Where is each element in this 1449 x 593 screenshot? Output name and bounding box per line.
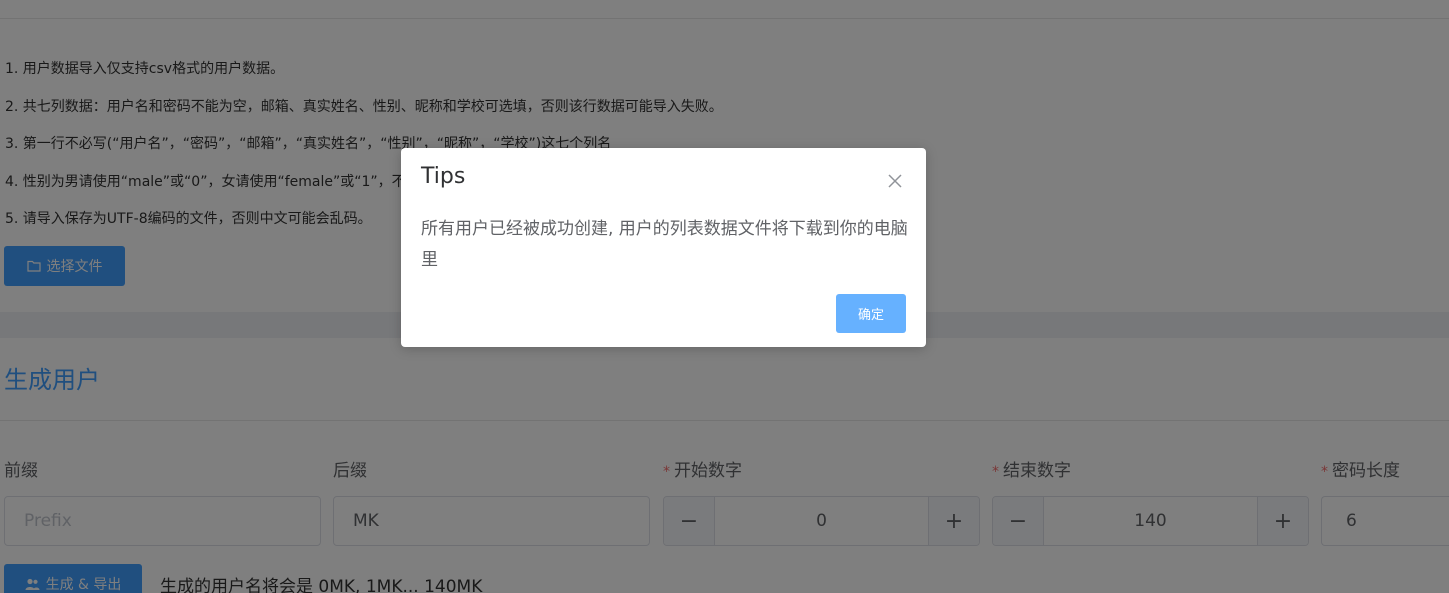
dialog-title: Tips — [421, 164, 466, 189]
tips-dialog: Tips 所有用户已经被成功创建, 用户的列表数据文件将下载到你的电脑里 确定 — [401, 148, 926, 347]
confirm-button[interactable]: 确定 — [836, 294, 906, 333]
page: 1. 用户数据导入仅支持csv格式的用户数据。 2. 共七列数据：用户名和密码不… — [0, 0, 1449, 593]
close-icon[interactable] — [887, 173, 903, 189]
dialog-message: 所有用户已经被成功创建, 用户的列表数据文件将下载到你的电脑里 — [421, 219, 908, 270]
